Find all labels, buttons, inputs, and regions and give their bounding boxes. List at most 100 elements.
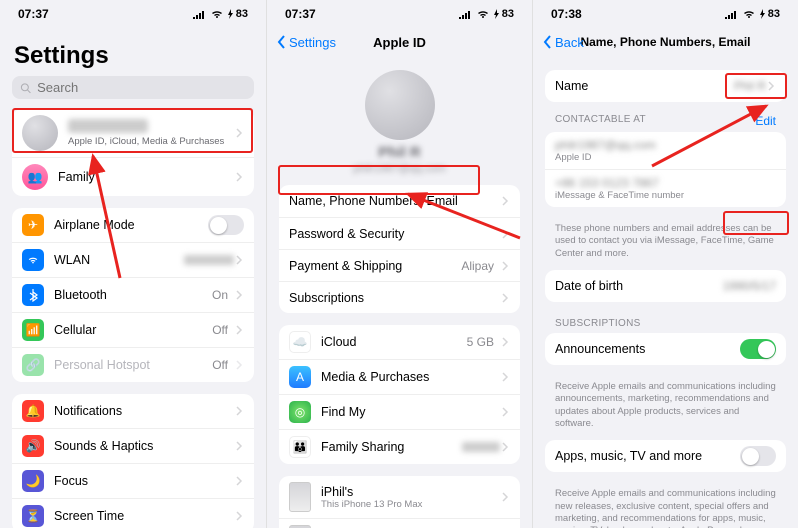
bluetooth-row[interactable]: Bluetooth On (12, 277, 254, 312)
phone-blurred: +86 153 0123 7867 (555, 176, 776, 190)
icloud-icon: ☁️ (289, 331, 311, 353)
speaker-icon: 🔊 (22, 435, 44, 457)
chevron-right-icon (500, 372, 510, 382)
apps-music-row[interactable]: Apps, music, TV and more (545, 440, 786, 472)
contactable-label: Contactable At (555, 114, 646, 128)
family-sharing-icon: 👪 (289, 436, 311, 458)
screentime-row[interactable]: ⏳ Screen Time (12, 498, 254, 528)
subscriptions-label: Subscriptions (541, 314, 790, 333)
nav-title: Name, Phone Numbers, Email (580, 35, 750, 49)
wifi-icon (22, 249, 44, 271)
findmy-row[interactable]: ◎ Find My (279, 394, 520, 429)
phone-sublabel: iMessage & FaceTime number (555, 190, 776, 201)
wlan-row[interactable]: WLAN (12, 242, 254, 277)
device-thumbnail (289, 482, 311, 512)
profile-name-blurred (68, 119, 148, 133)
chevron-right-icon (234, 172, 244, 182)
findmy-icon: ◎ (289, 401, 311, 423)
chevron-left-icon (275, 35, 289, 49)
edit-button[interactable]: Edit (755, 114, 776, 128)
wifi-icon (742, 9, 756, 19)
moon-icon: 🌙 (22, 470, 44, 492)
chevron-right-icon (234, 325, 244, 335)
status-right: 83 (192, 8, 248, 20)
search-input[interactable] (37, 80, 246, 95)
name-value-blurred: Phil R (734, 79, 766, 93)
wifi-icon (476, 9, 490, 19)
back-button[interactable]: Settings (275, 35, 336, 50)
bell-icon: 🔔 (22, 400, 44, 422)
sounds-row[interactable]: 🔊 Sounds & Haptics (12, 428, 254, 463)
status-bar: 07:37 83 (267, 0, 532, 28)
chevron-right-icon (500, 407, 510, 417)
family-row[interactable]: 👥 Family (12, 157, 254, 196)
airplane-toggle[interactable] (208, 215, 244, 235)
notifications-row[interactable]: 🔔 Notifications (12, 394, 254, 428)
hotspot-row: 🔗 Personal Hotspot Off (12, 347, 254, 382)
icloud-row[interactable]: ☁️ iCloud 5 GB (279, 325, 520, 359)
status-right: 83 (458, 8, 514, 20)
chevron-right-icon (234, 511, 244, 521)
wlan-value-blurred (184, 255, 234, 265)
cellular-icon: 📶 (22, 319, 44, 341)
profile-email-blurred: philr1987@qq.com (275, 163, 524, 175)
profile-row[interactable]: Apple ID, iCloud, Media & Purchases (12, 109, 254, 157)
email-blurred: philr1987@qq.com (555, 138, 776, 152)
battery-icon: 83 (228, 8, 248, 20)
chevron-right-icon (500, 337, 510, 347)
focus-row[interactable]: 🌙 Focus (12, 463, 254, 498)
profile-name-blurred: Phil R (275, 144, 524, 161)
signal-icon (458, 9, 472, 19)
airplane-row[interactable]: ✈ Airplane Mode (12, 208, 254, 242)
avatar-large (365, 70, 435, 140)
apple-id-label: Apple ID (555, 152, 776, 163)
chevron-right-icon (234, 255, 244, 265)
dob-value-blurred: 1990/5/17 (723, 279, 776, 293)
cellular-row[interactable]: 📶 Cellular Off (12, 312, 254, 347)
name-phone-email-row[interactable]: Name, Phone Numbers, Email (279, 185, 520, 217)
signal-icon (724, 9, 738, 19)
chevron-right-icon (234, 128, 244, 138)
screen-apple-id: 07:37 83 Settings Apple ID Phil R philr1… (266, 0, 532, 528)
chevron-right-icon (500, 196, 510, 206)
chevron-right-icon (500, 492, 510, 502)
announcements-toggle[interactable] (740, 339, 776, 359)
apps-music-footnote: Receive Apple emails and communications … (541, 484, 790, 528)
status-right: 83 (724, 8, 780, 20)
password-security-row[interactable]: Password & Security (279, 217, 520, 249)
contactable-footnote: These phone numbers and email addresses … (541, 219, 790, 270)
device-row[interactable]: iPadiPad (279, 518, 520, 528)
name-row[interactable]: Name Phil R (545, 70, 786, 102)
device-row[interactable]: iPhil'sThis iPhone 13 Pro Max (279, 476, 520, 518)
family-icon: 👥 (22, 164, 48, 190)
page-title: Settings (8, 28, 258, 76)
status-bar: 07:38 83 (533, 0, 798, 28)
media-purchases-row[interactable]: A Media & Purchases (279, 359, 520, 394)
back-button[interactable]: Back (541, 35, 584, 50)
profile-subtitle: Apple ID, iCloud, Media & Purchases (68, 136, 234, 147)
family-sharing-row[interactable]: 👪 Family Sharing (279, 429, 520, 464)
status-bar: 07:37 83 (0, 0, 266, 28)
chevron-right-icon (500, 293, 510, 303)
chevron-right-icon (500, 261, 510, 271)
nav-title: Apple ID (373, 35, 426, 50)
chevron-right-icon (234, 406, 244, 416)
screen-name-phone-email: 07:38 83 Back Name, Phone Numbers, Email… (532, 0, 798, 528)
nav-header: Settings Apple ID (267, 28, 532, 56)
dob-row[interactable]: Date of birth 1990/5/17 (545, 270, 786, 302)
payment-row[interactable]: Payment & Shipping Alipay (279, 249, 520, 281)
clock: 07:38 (551, 7, 582, 21)
battery-icon: 83 (494, 8, 514, 20)
announcements-row[interactable]: Announcements (545, 333, 786, 365)
subscriptions-row[interactable]: Subscriptions (279, 281, 520, 313)
search-field[interactable] (12, 76, 254, 99)
battery-icon: 83 (760, 8, 780, 20)
appstore-icon: A (289, 366, 311, 388)
wifi-icon (210, 9, 224, 19)
apps-music-toggle[interactable] (740, 446, 776, 466)
chevron-right-icon (234, 441, 244, 451)
chevron-right-icon (500, 229, 510, 239)
clock: 07:37 (18, 7, 49, 21)
bluetooth-icon (22, 284, 44, 306)
airplane-icon: ✈ (22, 214, 44, 236)
